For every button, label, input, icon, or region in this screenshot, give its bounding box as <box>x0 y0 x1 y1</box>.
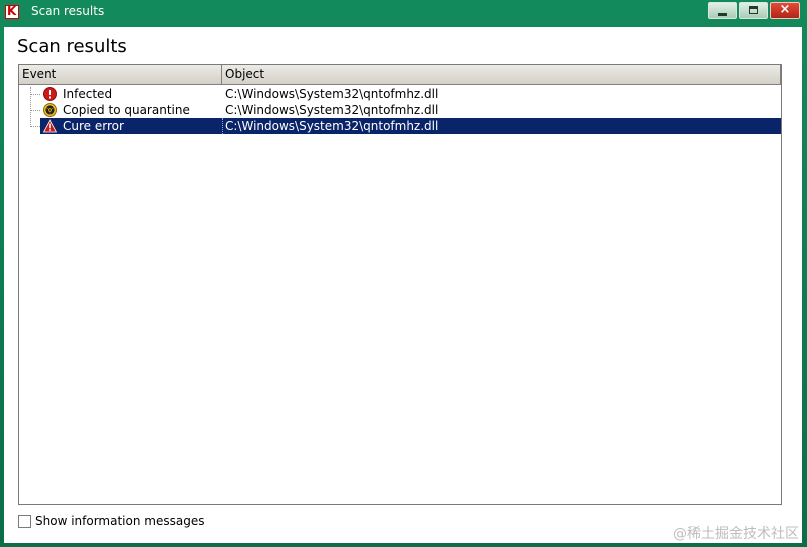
tree-branch <box>30 110 40 111</box>
object-path: C:\Windows\System32\qntofmhz.dll <box>225 103 439 117</box>
close-button[interactable]: × <box>770 2 800 19</box>
infected-icon <box>43 87 57 101</box>
event-label: Copied to quarantine <box>63 103 190 117</box>
column-divider <box>222 118 223 134</box>
watermark: @稀土掘金技术社区 <box>673 526 799 542</box>
show-information-messages-label[interactable]: Show information messages <box>35 514 204 528</box>
warning-icon <box>43 119 57 133</box>
tree-branch <box>30 126 40 127</box>
list-header: Event Object <box>19 65 781 85</box>
window-title: Scan results <box>31 4 105 18</box>
minimize-button[interactable] <box>708 2 737 19</box>
column-header-object[interactable]: Object <box>222 65 781 84</box>
app-window: K Scan results × Scan results Event Obje… <box>0 0 807 547</box>
event-label: Cure error <box>63 119 124 133</box>
object-path: C:\Windows\System32\qntofmhz.dll <box>225 119 439 133</box>
table-row[interactable]: Infected C:\Windows\System32\qntofmhz.dl… <box>19 86 781 102</box>
column-header-event[interactable]: Event <box>19 65 222 84</box>
object-path: C:\Windows\System32\qntofmhz.dll <box>225 87 439 101</box>
show-information-messages-checkbox[interactable] <box>18 515 31 528</box>
window-client-area: Scan results Event Object Infected C:\Wi… <box>4 27 802 543</box>
quarantine-icon <box>43 103 57 117</box>
minimize-icon <box>718 13 727 16</box>
table-row[interactable]: Copied to quarantine C:\Windows\System32… <box>19 102 781 118</box>
maximize-button[interactable] <box>739 2 768 19</box>
title-bar[interactable]: K Scan results × <box>0 0 807 26</box>
close-icon: × <box>779 2 791 17</box>
kaspersky-logo-icon: K <box>5 4 19 19</box>
results-list[interactable]: Event Object Infected C:\Windows\System3… <box>18 64 782 505</box>
event-label: Infected <box>63 87 113 101</box>
table-row-selected[interactable]: Cure error C:\Windows\System32\qntofmhz.… <box>19 118 781 134</box>
tree-branch <box>30 94 40 95</box>
page-title: Scan results <box>17 36 127 57</box>
maximize-icon <box>749 6 758 14</box>
